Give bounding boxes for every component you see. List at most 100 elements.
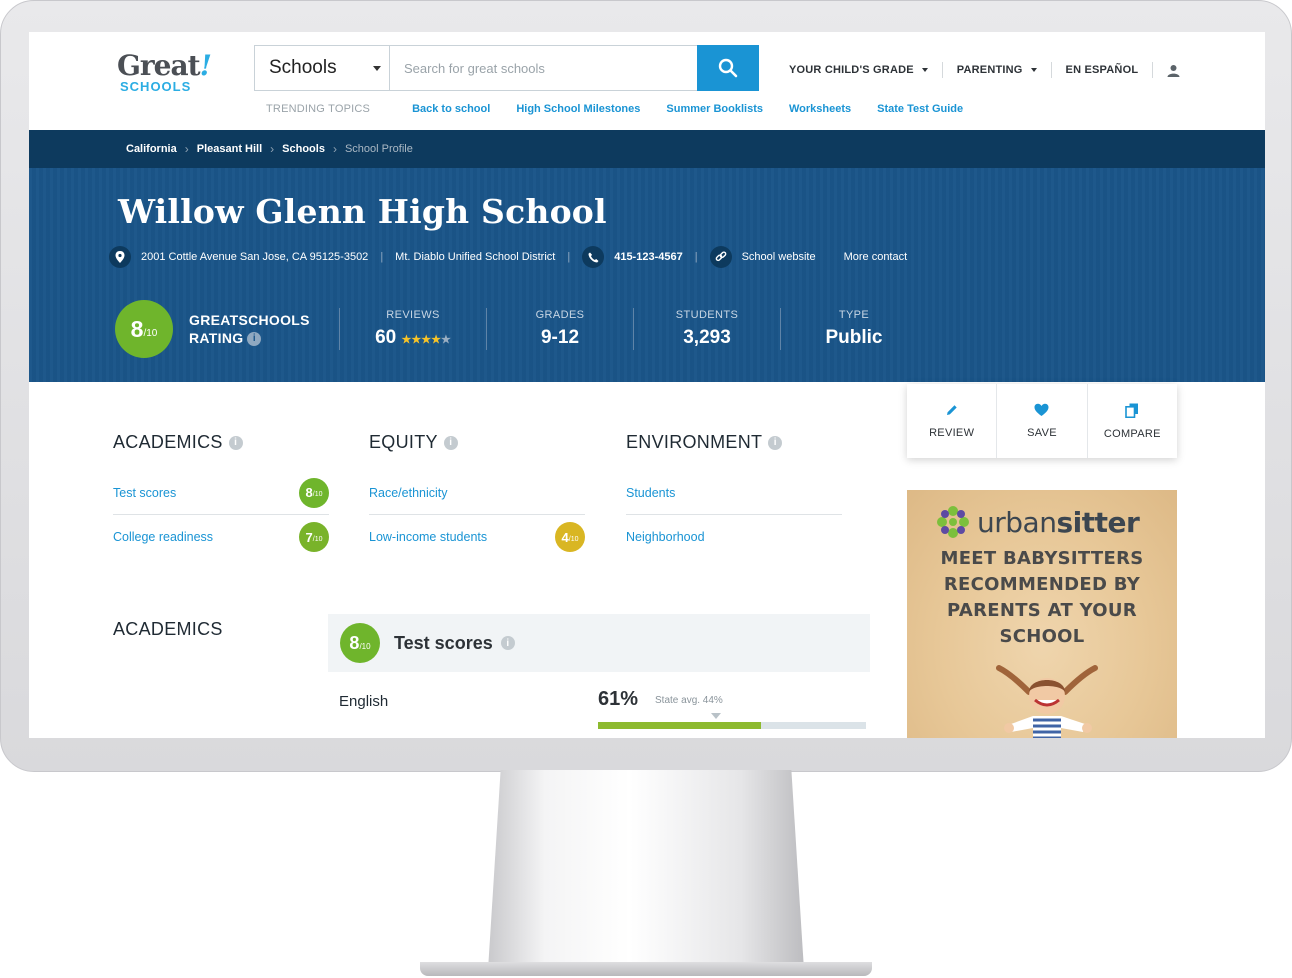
chevron-down-icon [1030, 68, 1037, 72]
school-district[interactable]: Mt. Diablo Unified School District [395, 251, 555, 263]
nav-childs-grade-label: YOUR CHILD'S GRADE [789, 64, 914, 76]
logo-schools-text: SCHOOLS [120, 79, 192, 94]
trending-link[interactable]: Worksheets [789, 103, 851, 115]
save-button[interactable]: SAVE [997, 384, 1088, 458]
category-row[interactable]: Low-income students 4/10 [369, 515, 585, 559]
rating-label-line2: RATING [189, 330, 244, 346]
test-scores-panel: 8/10 Test scores i [328, 614, 870, 672]
star-icon: ★ [431, 334, 442, 346]
rating-denominator: /10 [143, 327, 158, 339]
state-average-marker [710, 713, 721, 719]
stat-label: REVIEWS [386, 309, 440, 321]
flower-icon [937, 506, 969, 538]
greatschools-logo[interactable]: Great! SCHOOLS [117, 52, 217, 94]
subject-percent: 61% [598, 688, 639, 710]
nav-spanish[interactable]: EN ESPAÑOL [1066, 64, 1139, 76]
rating-denominator: /10 [568, 535, 579, 543]
rating-denominator: /10 [312, 535, 323, 543]
section-title-academics: ACADEMICS [113, 619, 223, 639]
compare-button[interactable]: COMPARE [1088, 384, 1177, 458]
star-empty-icon: ★ [441, 334, 451, 346]
rating-denominator: /10 [359, 641, 371, 651]
search-category-select[interactable]: Schools [255, 46, 390, 90]
rating-value: 4 [561, 529, 569, 545]
nav-parenting-label: PARENTING [956, 64, 1023, 76]
rating-label: GREATSCHOOLS RATING i [189, 311, 339, 347]
ad-line: PARENTS AT YOUR [947, 600, 1137, 621]
divider: | [694, 251, 698, 263]
school-hero: Willow Glenn High School 2001 Cottle Ave… [29, 168, 1265, 382]
breadcrumb: California › Pleasant Hill › Schools › S… [29, 130, 1265, 168]
search-category-value: Schools [269, 57, 337, 78]
stat-type: TYPE Public [781, 309, 927, 349]
info-icon[interactable]: i [500, 636, 515, 650]
info-icon[interactable]: i [443, 435, 458, 450]
chevron-right-icon: › [184, 142, 189, 156]
info-icon[interactable]: i [768, 435, 783, 450]
stat-students: STUDENTS 3,293 [634, 309, 780, 349]
category-row[interactable]: College readiness 7/10 [113, 515, 329, 559]
breadcrumb-item[interactable]: Schools [282, 143, 325, 155]
logo-exclamation: ! [199, 49, 212, 82]
contact-row: 2001 Cottle Avenue San Jose, CA 95125-35… [109, 246, 907, 268]
rating-badge: 4/10 [555, 522, 585, 552]
school-website-link[interactable]: School website [742, 251, 816, 263]
school-phone[interactable]: 415-123-4567 [614, 251, 683, 263]
category-row[interactable]: Race/ethnicity [369, 471, 585, 515]
stat-reviews[interactable]: REVIEWS 60 ★★★★★ [340, 309, 486, 349]
review-button-label: REVIEW [929, 427, 975, 439]
more-contact-link[interactable]: More contact [844, 251, 908, 263]
compare-button-label: COMPARE [1103, 427, 1161, 440]
urbansitter-ad[interactable]: urban sitter MEET BABYSITTERS RECOMMENDED… [907, 490, 1177, 738]
rating-value: 8 [305, 485, 313, 500]
ad-brand-light: urban [977, 505, 1057, 539]
nav-childs-grade[interactable]: YOUR CHILD'S GRADE [789, 64, 928, 76]
search-icon [718, 58, 738, 78]
test-scores-rating-badge: 8/10 [340, 623, 380, 663]
location-pin-icon [109, 246, 131, 268]
compare-icon [1125, 403, 1139, 418]
category-title: ACADEMICS [113, 432, 223, 452]
category-row[interactable]: Neighborhood [626, 515, 842, 559]
pencil-icon [946, 405, 957, 415]
category-row[interactable]: Students [626, 471, 842, 515]
child-photo [996, 665, 1098, 738]
trending-link[interactable]: Summer Booklists [666, 103, 763, 115]
nav-parenting[interactable]: PARENTING [957, 64, 1037, 76]
action-card: REVIEW SAVE COMPARE [907, 384, 1177, 458]
search-button[interactable] [697, 45, 759, 91]
category-row-label: Test scores [113, 485, 177, 500]
breadcrumb-item[interactable]: Pleasant Hill [197, 143, 262, 155]
link-icon [709, 246, 732, 268]
browser-screen: Great! SCHOOLS Schools YOUR CHILD'S GRAD… [29, 32, 1265, 738]
info-icon[interactable]: i [228, 435, 243, 450]
chevron-right-icon: › [270, 142, 275, 156]
test-scores-title: Test scores [394, 632, 493, 653]
account-button[interactable] [1167, 64, 1180, 77]
category-row-label: Race/ethnicity [369, 485, 448, 500]
trending-link[interactable]: Back to school [412, 103, 490, 115]
search-input[interactable] [390, 46, 697, 90]
category-academics: ACADEMICS i Test scores 8/10 College read… [113, 432, 329, 559]
trending-link[interactable]: State Test Guide [877, 103, 963, 115]
nav-divider [1050, 62, 1052, 78]
urbansitter-logo: urban sitter [935, 504, 1140, 540]
info-icon[interactable]: i [247, 332, 262, 347]
category-row-label: College readiness [113, 530, 214, 544]
save-button-label: SAVE [1027, 427, 1057, 439]
trending-link[interactable]: High School Milestones [516, 103, 640, 115]
stat-value: 3,293 [683, 327, 731, 348]
monitor-stand-base [420, 962, 872, 976]
stat-value: 60 [375, 327, 397, 348]
score-bar-track [598, 722, 866, 729]
review-button[interactable]: REVIEW [907, 384, 998, 458]
rating-badge: 7/10 [299, 522, 329, 552]
category-row[interactable]: Test scores 8/10 [113, 471, 329, 515]
breadcrumb-item[interactable]: California [126, 143, 177, 155]
stat-label: TYPE [838, 309, 870, 321]
rating-badge: 8/10 [299, 477, 329, 508]
rating-value: 8 [349, 632, 360, 653]
ad-brand-bold: sitter [1056, 505, 1140, 539]
stat-grades: GRADES 9-12 [487, 309, 633, 349]
divider: | [380, 251, 384, 263]
